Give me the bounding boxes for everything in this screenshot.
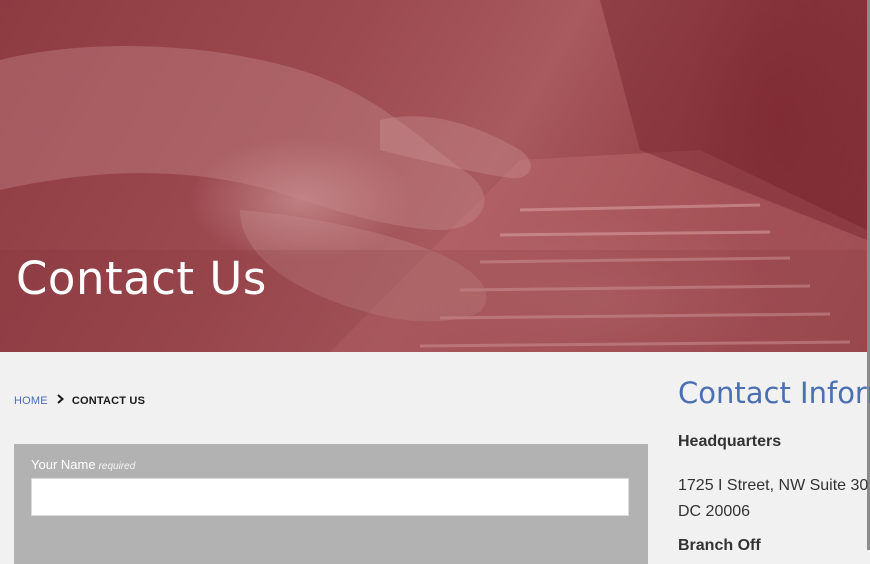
page-title: Contact Us <box>16 252 267 305</box>
name-label-text: Your Name <box>31 457 96 472</box>
headquarters-heading: Headquarters <box>678 433 782 450</box>
address-line-2: DC 20006 <box>678 503 751 520</box>
breadcrumb-home-link[interactable]: HOME <box>14 395 48 407</box>
name-input[interactable] <box>31 478 629 516</box>
breadcrumb: HOME CONTACT US <box>14 394 145 407</box>
contact-information: Contact Inform Headquarters 1725 I Stree… <box>678 376 870 554</box>
headquarters-address: 1725 I Street, NW Suite 30 DC 20006 <box>678 473 868 525</box>
name-field-label: Your Name required <box>31 457 135 472</box>
contact-form: Your Name required <box>14 444 648 564</box>
required-indicator: required <box>98 461 136 472</box>
contact-info-title: Contact Inform <box>678 376 870 410</box>
hero-banner: Contact Us <box>0 0 867 352</box>
breadcrumb-current: CONTACT US <box>71 394 146 407</box>
chevron-right-icon <box>57 394 64 407</box>
branch-office-heading: Branch Off <box>678 537 761 554</box>
address-line-1: 1725 I Street, NW Suite 30 <box>678 477 869 494</box>
